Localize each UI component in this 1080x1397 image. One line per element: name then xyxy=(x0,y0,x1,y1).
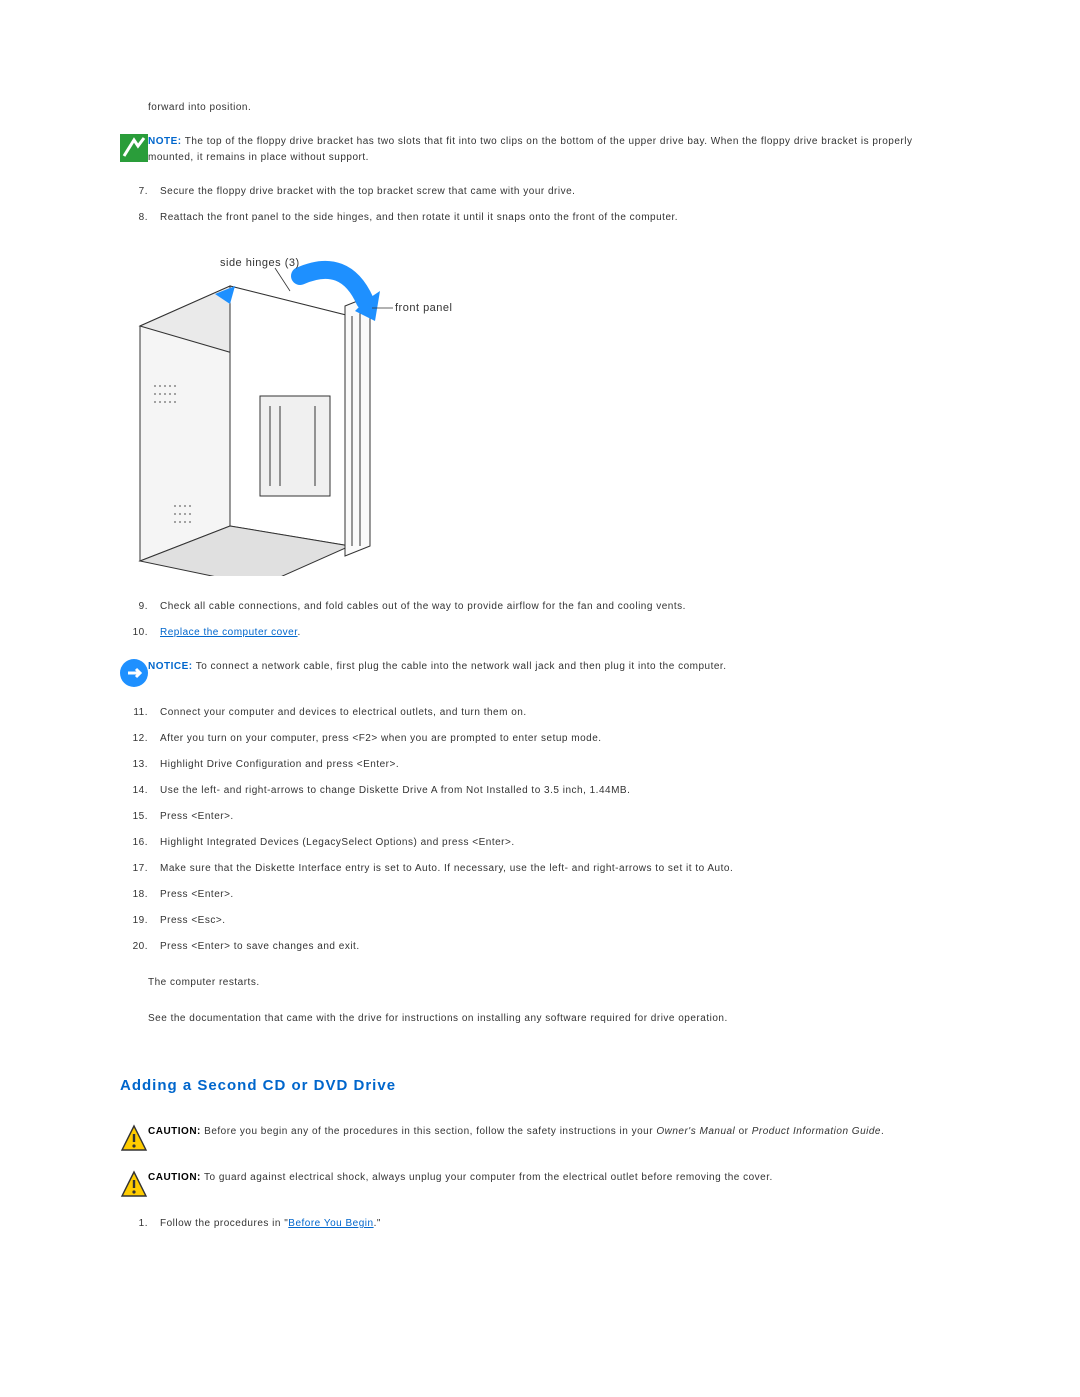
caution-label: CAUTION: xyxy=(148,1126,201,1137)
step-item: 19.Press <Esc>. xyxy=(120,913,960,929)
caution-callout-1: CAUTION: Before you begin any of the pro… xyxy=(120,1124,960,1152)
step-suffix: . xyxy=(298,627,301,638)
caution-icon xyxy=(120,1170,148,1198)
paragraph-restart: The computer restarts. xyxy=(148,975,960,991)
step-item: 17.Make sure that the Diskette Interface… xyxy=(120,861,960,877)
step-10: 10. Replace the computer cover. xyxy=(120,625,960,641)
step-text: Use the left- and right-arrows to change… xyxy=(160,783,960,799)
step-item: 13.Highlight Drive Configuration and pre… xyxy=(120,757,960,773)
notice-label: NOTICE: xyxy=(148,661,193,672)
step-item: 9.Check all cable connections, and fold … xyxy=(120,599,960,615)
step-number: 12. xyxy=(120,731,160,747)
link-before-you-begin[interactable]: Before You Begin xyxy=(288,1218,373,1229)
step-text: Reattach the front panel to the side hin… xyxy=(160,210,960,226)
step-suffix: ." xyxy=(374,1218,381,1229)
step-text: Press <Enter> to save changes and exit. xyxy=(160,939,960,955)
step-item: 7.Secure the floppy drive bracket with t… xyxy=(120,184,960,200)
caution2-text: To guard against electrical shock, alway… xyxy=(201,1172,773,1183)
step-number: 19. xyxy=(120,913,160,929)
caution-ital2: Product Information Guide xyxy=(752,1126,881,1137)
step-text: Highlight Integrated Devices (LegacySele… xyxy=(160,835,960,851)
step-number: 13. xyxy=(120,757,160,773)
heading-second-drive: Adding a Second CD or DVD Drive xyxy=(120,1077,960,1094)
step-item: 8.Reattach the front panel to the side h… xyxy=(120,210,960,226)
notice-callout: NOTICE: To connect a network cable, firs… xyxy=(120,659,960,687)
step-number: 15. xyxy=(120,809,160,825)
step-item: 12.After you turn on your computer, pres… xyxy=(120,731,960,747)
paragraph-docs: See the documentation that came with the… xyxy=(148,1011,960,1027)
step-pre: Follow the procedures in " xyxy=(160,1218,288,1229)
step-item: 15.Press <Enter>. xyxy=(120,809,960,825)
continuation-text: forward into position. xyxy=(148,100,960,116)
step-text: Press <Esc>. xyxy=(160,913,960,929)
step-number: 7. xyxy=(120,184,160,200)
caution-ital1: Owner's Manual xyxy=(656,1126,735,1137)
caution-suffix: . xyxy=(881,1126,884,1137)
step-text: Make sure that the Diskette Interface en… xyxy=(160,861,960,877)
step-number: 1. xyxy=(120,1216,160,1232)
step-number: 11. xyxy=(120,705,160,721)
step-number: 17. xyxy=(120,861,160,877)
step-item: 20.Press <Enter> to save changes and exi… xyxy=(120,939,960,955)
caution-label: CAUTION: xyxy=(148,1172,201,1183)
step-text: Secure the floppy drive bracket with the… xyxy=(160,184,960,200)
step-text: Press <Enter>. xyxy=(160,887,960,903)
caution-callout-2: CAUTION: To guard against electrical sho… xyxy=(120,1170,960,1198)
step-text: Connect your computer and devices to ele… xyxy=(160,705,960,721)
step-item: 11.Connect your computer and devices to … xyxy=(120,705,960,721)
step-1-section2: 1. Follow the procedures in "Before You … xyxy=(120,1216,960,1232)
step-item: 14.Use the left- and right-arrows to cha… xyxy=(120,783,960,799)
caution-icon xyxy=(120,1124,148,1152)
svg-text:side hinges (3): side hinges (3) xyxy=(220,257,300,269)
step-number: 20. xyxy=(120,939,160,955)
step-number: 16. xyxy=(120,835,160,851)
step-number: 9. xyxy=(120,599,160,615)
step-number: 8. xyxy=(120,210,160,226)
note-callout: NOTE: The top of the floppy drive bracke… xyxy=(120,134,960,166)
step-item: 16.Highlight Integrated Devices (LegacyS… xyxy=(120,835,960,851)
notice-text: To connect a network cable, first plug t… xyxy=(193,661,727,672)
note-icon xyxy=(120,134,148,166)
step-item: 18.Press <Enter>. xyxy=(120,887,960,903)
step-text: Press <Enter>. xyxy=(160,809,960,825)
step-text: Check all cable connections, and fold ca… xyxy=(160,599,960,615)
svg-text:front panel: front panel xyxy=(395,302,452,314)
caution-mid: or xyxy=(735,1126,751,1137)
step-text: After you turn on your computer, press <… xyxy=(160,731,960,747)
step-number: 10. xyxy=(120,625,160,641)
step-text: Highlight Drive Configuration and press … xyxy=(160,757,960,773)
figure-front-panel: side hinges (3) front panel xyxy=(120,246,960,579)
link-replace-cover[interactable]: Replace the computer cover xyxy=(160,627,298,638)
step-number: 14. xyxy=(120,783,160,799)
notice-icon xyxy=(120,659,148,687)
note-text: The top of the floppy drive bracket has … xyxy=(148,136,912,163)
step-number: 18. xyxy=(120,887,160,903)
caution-pre: Before you begin any of the procedures i… xyxy=(201,1126,656,1137)
note-label: NOTE: xyxy=(148,136,182,147)
